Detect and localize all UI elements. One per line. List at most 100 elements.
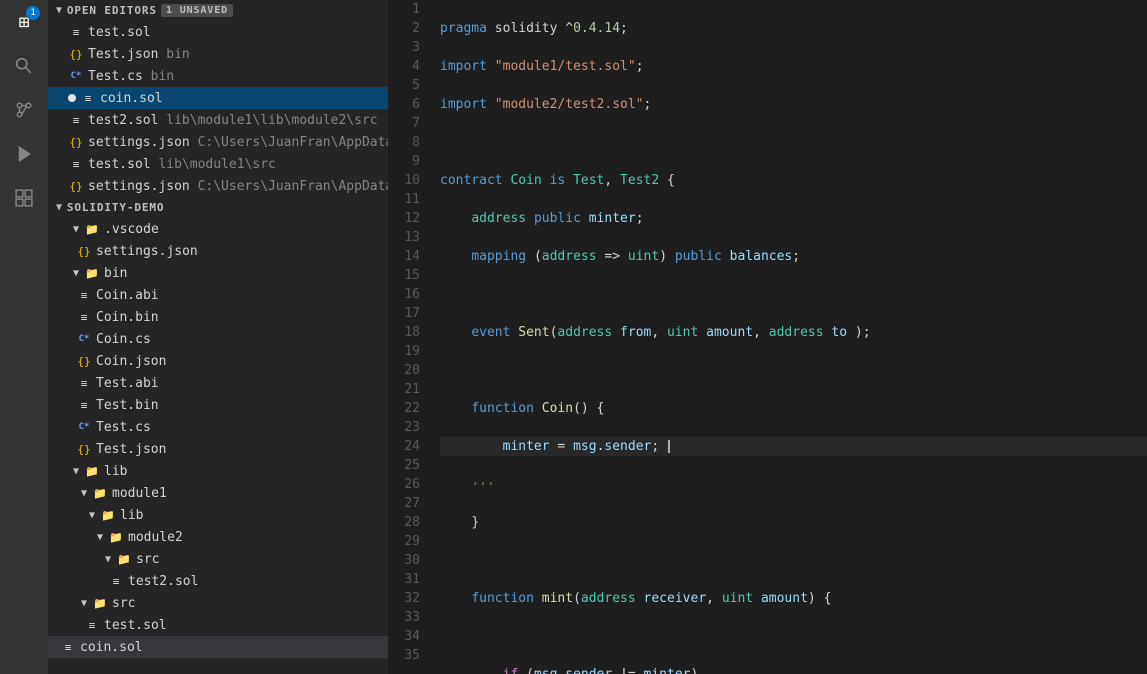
file-name: settings.json C:\Users\JuanFran\AppData\… [88,179,388,194]
code-line-9: event Sent(address from, uint amount, ad… [440,323,1147,342]
file-name: Test.cs [96,420,151,435]
abi-file-icon: ≡ [76,375,92,391]
bin-file-icon: ≡ [76,397,92,413]
code-line-16: function mint(address receiver, uint amo… [440,589,1147,608]
open-editor-test-sol[interactable]: ≡ test.sol [48,21,388,43]
folder-name: .vscode [104,222,159,237]
folder-icon: 📁 [84,265,100,281]
file-name: test.sol lib\module1\src [88,157,276,172]
file-test-cs[interactable]: C* Test.cs [48,416,388,438]
file-name: test2.sol [128,574,198,589]
explorer-label: SOLIDITY-DEMO [67,201,165,214]
sidebar: ▼ OPEN EDITORS 1 UNSAVED ≡ test.sol {} T… [48,0,388,674]
folder-arrow-icon: ▼ [92,529,108,545]
file-test2-sol[interactable]: ≡ test2.sol [48,570,388,592]
code-line-12: minter = msg.sender; [440,437,1147,456]
unsaved-badge: 1 [26,6,40,20]
folder-arrow-icon: ▼ [76,485,92,501]
file-name: Test.abi [96,376,159,391]
cs-file-icon: C* [68,68,84,84]
code-content: pragma solidity ^0.4.14; import "module1… [432,0,1147,674]
json-file-icon: {} [76,441,92,457]
open-editor-test-json[interactable]: {} Test.json bin [48,43,388,65]
open-editor-test-cs[interactable]: C* Test.cs bin [48,65,388,87]
file-name: coin.sol [80,640,143,655]
open-editor-settings-json[interactable]: {} settings.json C:\Users\JuanFran\AppDa… [48,131,388,153]
folder-vscode[interactable]: ▼ 📁 .vscode [48,218,388,240]
folder-icon: 📁 [92,595,108,611]
open-editor-settings-json-2[interactable]: {} settings.json C:\Users\JuanFran\AppDa… [48,175,388,197]
code-line-4 [440,133,1147,152]
sol-file-icon: ≡ [80,90,96,106]
code-line-15 [440,551,1147,570]
folder-module1[interactable]: ▼ 📁 module1 [48,482,388,504]
folder-icon: 📁 [108,529,124,545]
folder-name: bin [104,266,127,281]
extensions-icon[interactable] [10,184,38,212]
file-test-sol[interactable]: ≡ test.sol [48,614,388,636]
code-line-8 [440,285,1147,304]
folder-name: src [136,552,159,567]
file-name: Test.json [96,442,166,457]
search-icon[interactable] [10,52,38,80]
folder-icon: 📁 [84,221,100,237]
folder-icon: 📁 [92,485,108,501]
files-icon[interactable]: ⊞ 1 [10,8,38,36]
file-test-abi[interactable]: ≡ Test.abi [48,372,388,394]
folder-icon: 📁 [84,463,100,479]
code-line-17 [440,627,1147,646]
json-file-icon: {} [68,46,84,62]
folder-name: lib [120,508,143,523]
folder-lib2[interactable]: ▼ 📁 lib [48,504,388,526]
folder-src2[interactable]: ▼ 📁 src [48,592,388,614]
folder-icon: 📁 [116,551,132,567]
code-container[interactable]: 12345 678910 1112131415 1617181920 21222… [388,0,1147,674]
json-file-icon: {} [76,243,92,259]
open-editor-test-sol-lib[interactable]: ≡ test.sol lib\module1\src [48,153,388,175]
open-editor-test2-sol[interactable]: ≡ test2.sol lib\module1\lib\module2\src [48,109,388,131]
open-editors-label: OPEN EDITORS [67,4,157,17]
folder-name: lib [104,464,127,479]
line-numbers: 12345 678910 1112131415 1617181920 21222… [388,0,432,674]
file-test-bin[interactable]: ≡ Test.bin [48,394,388,416]
file-name: Test.json bin [88,47,190,62]
file-name: settings.json C:\Users\JuanFran\AppData\… [88,135,388,150]
json-file-icon: {} [76,353,92,369]
folder-module2[interactable]: ▼ 📁 module2 [48,526,388,548]
folder-arrow-icon: ▼ [100,551,116,567]
debug-icon[interactable] [10,140,38,168]
file-name: Coin.json [96,354,166,369]
folder-lib[interactable]: ▼ 📁 lib [48,460,388,482]
folder-src[interactable]: ▼ 📁 src [48,548,388,570]
folder-icon: 📁 [100,507,116,523]
folder-arrow-icon: ▼ [76,595,92,611]
file-name: test.sol [88,25,151,40]
code-line-2: import "module1/test.sol"; [440,57,1147,76]
file-coin-bin[interactable]: ≡ Coin.bin [48,306,388,328]
open-editor-coin-sol[interactable]: ≡ coin.sol [48,87,388,109]
file-coin-json[interactable]: {} Coin.json [48,350,388,372]
file-coin-abi[interactable]: ≡ Coin.abi [48,284,388,306]
folder-bin[interactable]: ▼ 📁 bin [48,262,388,284]
bin-file-icon: ≡ [76,309,92,325]
sol-file-icon: ≡ [68,156,84,172]
code-line-5: contract Coin is Test, Test2 { [440,171,1147,190]
file-coin-cs[interactable]: C* Coin.cs [48,328,388,350]
folder-arrow-icon: ▼ [68,463,84,479]
sol-file-icon: ≡ [60,639,76,655]
code-line-6: address public minter; [440,209,1147,228]
abi-file-icon: ≡ [76,287,92,303]
file-name: test2.sol lib\module1\lib\module2\src [88,113,378,128]
file-coin-sol-active[interactable]: ≡ coin.sol [48,636,388,658]
code-line-3: import "module2/test2.sol"; [440,95,1147,114]
modified-dot [68,94,76,102]
source-control-icon[interactable] [10,96,38,124]
code-line-18: if (msg.sender != minter) [440,665,1147,674]
code-line-1: pragma solidity ^0.4.14; [440,19,1147,38]
file-settings-json[interactable]: {} settings.json [48,240,388,262]
file-test-json[interactable]: {} Test.json [48,438,388,460]
file-name: settings.json [96,244,198,259]
explorer-header: ▼ SOLIDITY-DEMO [48,197,388,218]
sol-file-icon: ≡ [108,573,124,589]
sol-file-icon: ≡ [68,112,84,128]
